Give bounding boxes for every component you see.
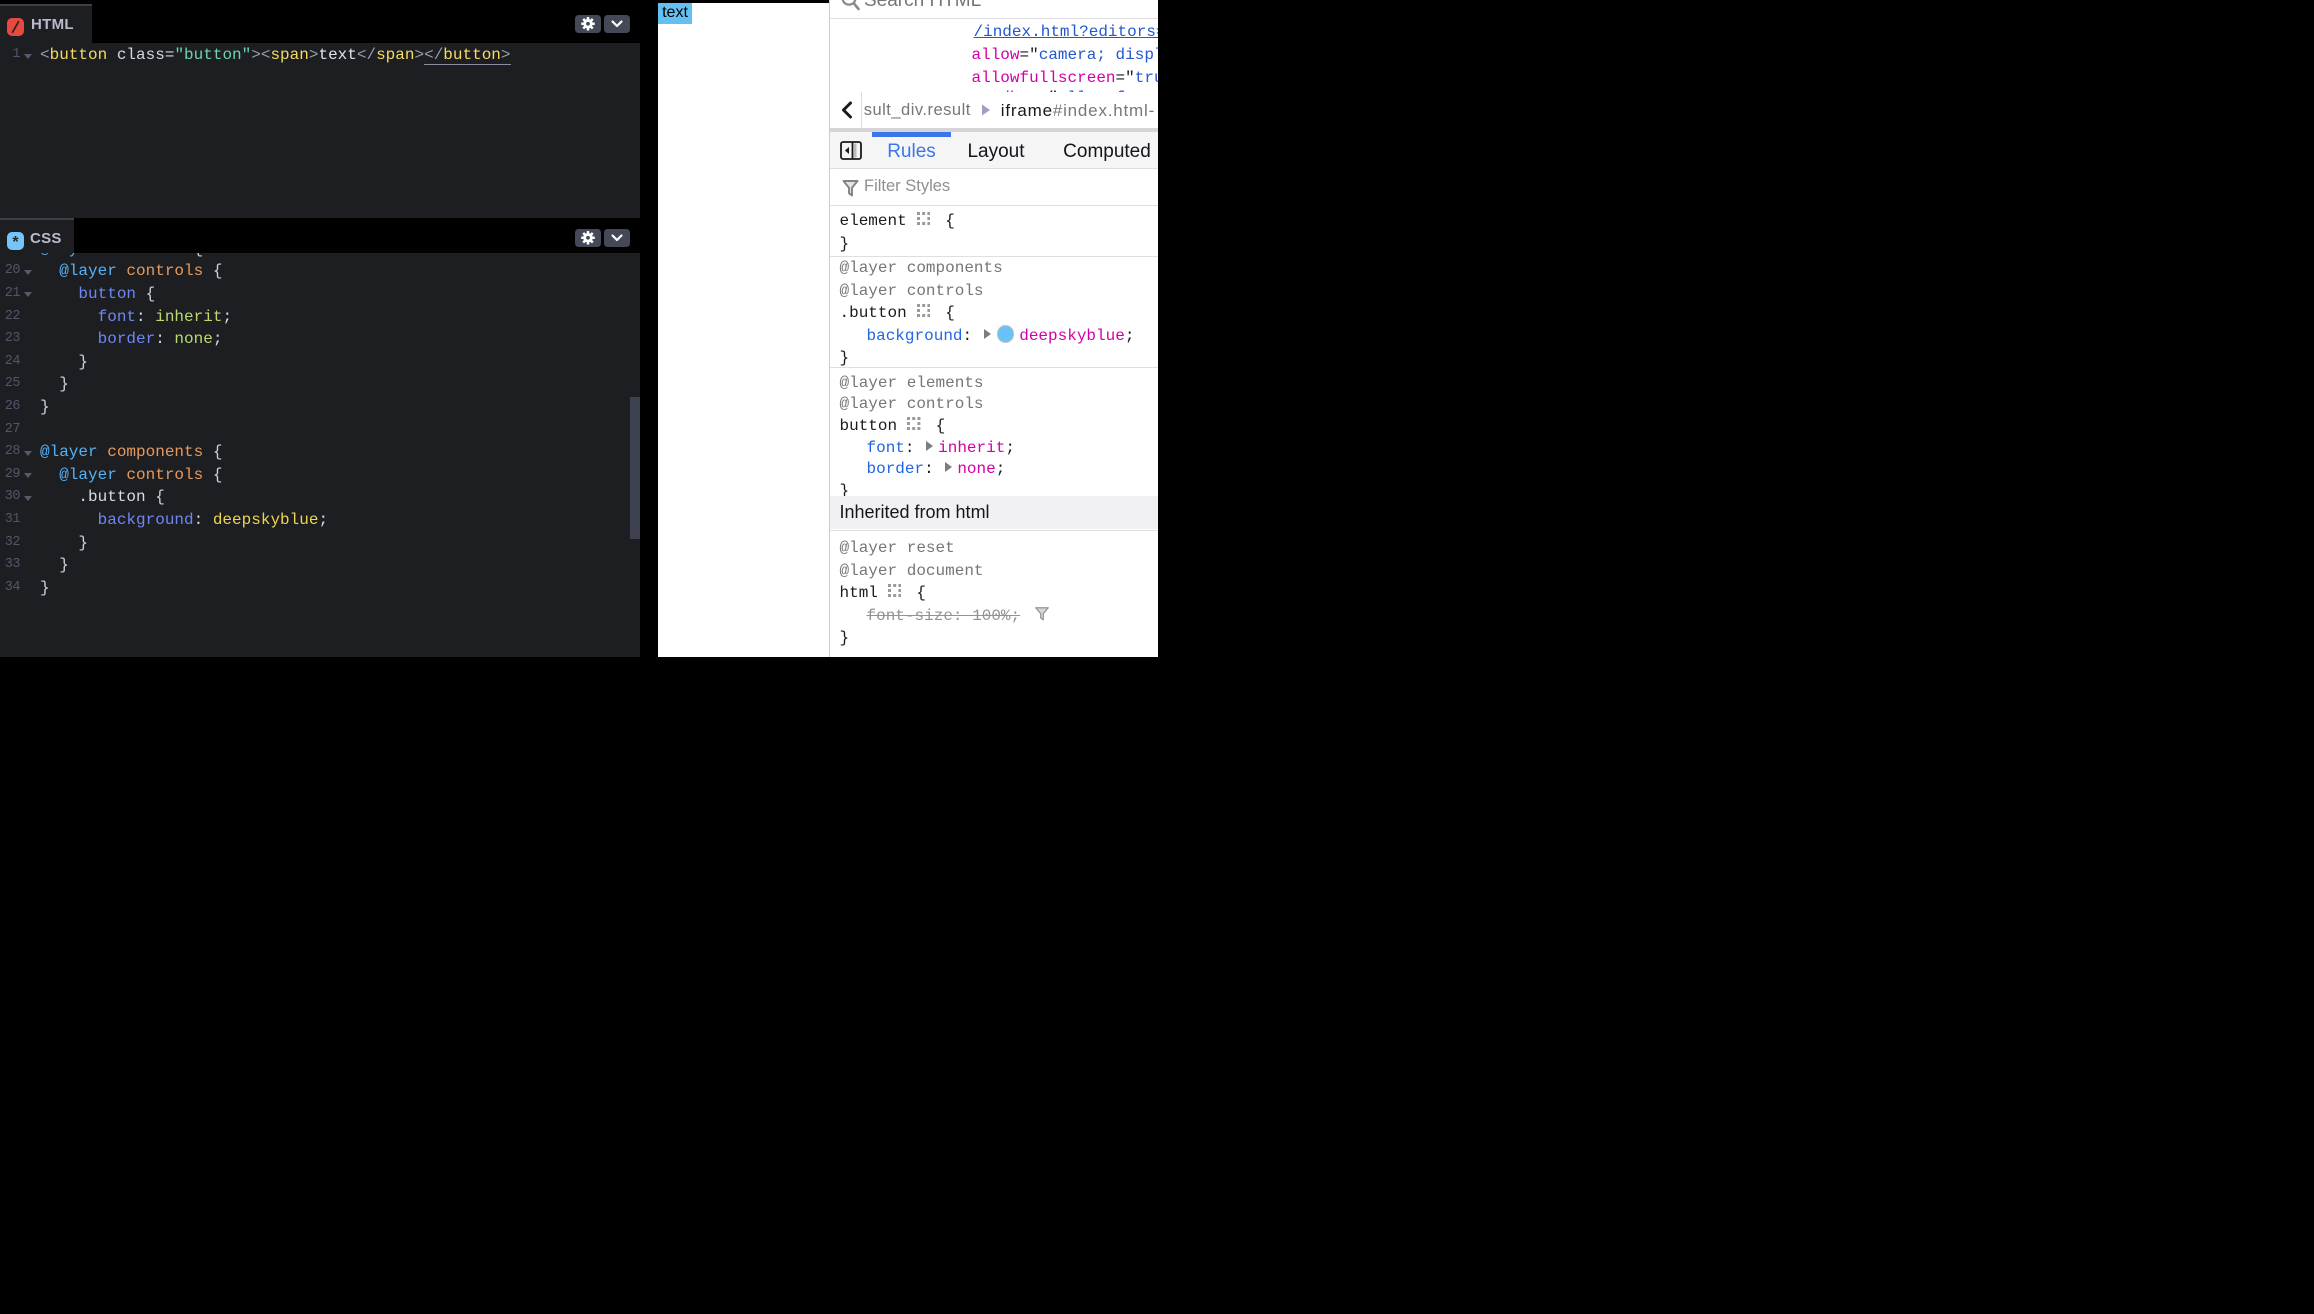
svg-text:*: * [12,234,19,250]
